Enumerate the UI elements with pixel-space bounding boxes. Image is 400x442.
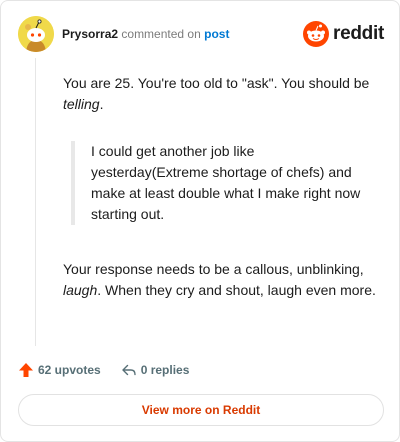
quote-text: I could get another job like yesterday(E… [91,143,361,222]
commented-on-text: commented on [121,27,201,41]
reply-count: 0 replies [140,363,190,377]
reddit-comment-embed: Prysorra2 commented on post reddit You a… [0,0,400,442]
upvote-arrow-icon [19,363,33,377]
p2-text: Your response needs to be a callous, unb… [63,261,364,277]
brand-wordmark: reddit [333,23,384,44]
comment-meta: Prysorra2 commented on post [62,26,229,42]
comment-paragraph-1: You are 25. You're too old to "ask". You… [63,73,381,115]
replies-button[interactable]: 0 replies [121,362,190,378]
comment-paragraph-2: Your response needs to be a callous, unb… [63,259,381,301]
reddit-logo-icon [303,21,330,47]
p2-emphasis: laugh [63,282,98,298]
reddit-brand[interactable]: reddit [303,20,384,48]
comment-actions: 62 upvotes 0 replies [18,359,189,381]
comment-quote: I could get another job like yesterday(E… [71,141,371,225]
reply-icon [122,364,136,376]
username[interactable]: Prysorra2 [62,27,118,41]
upvote-button[interactable]: 62 upvotes [18,362,101,378]
user-avatar[interactable] [18,16,54,52]
upvote-count: 62 upvotes [38,363,101,377]
p1-text: You are 25. You're too old to "ask". You… [63,75,370,91]
p1-emphasis: telling [63,96,100,112]
snoo-avatar-icon [18,16,54,52]
post-link[interactable]: post [204,27,229,41]
thread-line [35,58,36,346]
p2-end: . When they cry and shout, laugh even mo… [97,282,376,298]
p1-end: . [99,96,104,112]
view-more-on-reddit-button[interactable]: View more on Reddit [18,394,384,426]
comment-header: Prysorra2 commented on post reddit [18,16,384,52]
